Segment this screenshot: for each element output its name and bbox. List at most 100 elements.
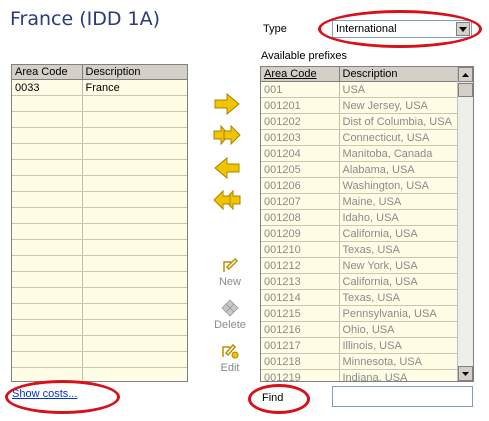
- area-code-cell: 001215: [261, 305, 340, 322]
- empty-table-row[interactable]: [12, 127, 187, 144]
- table-row[interactable]: 001213 California, USA: [261, 273, 458, 290]
- area-code-cell: 001210: [261, 241, 340, 258]
- empty-cell: [12, 143, 83, 160]
- area-code-cell: 001218: [261, 353, 340, 370]
- add-selected-arrow-icon[interactable]: [212, 92, 242, 120]
- table-row[interactable]: 001219 Indiana, USA: [261, 369, 458, 381]
- remove-selected-arrow-icon[interactable]: [212, 156, 242, 184]
- edit-label: Edit: [220, 362, 240, 374]
- empty-table-row[interactable]: [12, 175, 187, 192]
- highlight-oval-find: [248, 384, 310, 414]
- table-row[interactable]: 001201 New Jersey, USA: [261, 97, 458, 114]
- empty-table-row[interactable]: [12, 143, 187, 160]
- empty-cell: [82, 223, 187, 240]
- remove-all-double-arrow-icon[interactable]: [212, 188, 242, 216]
- empty-cell: [12, 303, 83, 320]
- empty-table-row[interactable]: [12, 303, 187, 320]
- empty-cell: [82, 143, 187, 160]
- description-cell: Ohio, USA: [339, 321, 458, 338]
- empty-table-row[interactable]: [12, 271, 187, 288]
- column-header-area-code[interactable]: Area Code: [261, 67, 340, 82]
- table-row[interactable]: 001214 Texas, USA: [261, 289, 458, 306]
- table-row[interactable]: 001210 Texas, USA: [261, 241, 458, 258]
- area-code-cell: 001214: [261, 289, 340, 306]
- edit-button[interactable]: Edit: [212, 342, 248, 374]
- edit-icon: [222, 343, 239, 359]
- empty-table-row[interactable]: [12, 255, 187, 272]
- empty-table-row[interactable]: [12, 111, 187, 128]
- scroll-up-icon[interactable]: [458, 67, 473, 82]
- empty-table-row[interactable]: [12, 207, 187, 224]
- empty-table-row[interactable]: [12, 239, 187, 256]
- new-icon: [223, 257, 239, 272]
- area-code-cell: 0033: [12, 79, 83, 96]
- area-code-cell: 001204: [261, 145, 340, 162]
- empty-cell: [12, 95, 83, 112]
- empty-cell: [82, 159, 187, 176]
- empty-cell: [12, 271, 83, 288]
- table-row[interactable]: 001202 Dist of Columbia, USA: [261, 113, 458, 130]
- empty-cell: [82, 191, 187, 208]
- table-row[interactable]: 001216 Ohio, USA: [261, 321, 458, 338]
- empty-cell: [82, 207, 187, 224]
- delete-icon: [221, 299, 239, 317]
- vertical-scrollbar[interactable]: [457, 67, 473, 381]
- new-button[interactable]: New: [212, 256, 248, 288]
- selected-prefixes-table[interactable]: Area Code Description 0033 France: [11, 64, 188, 382]
- table-row[interactable]: 001218 Minnesota, USA: [261, 353, 458, 370]
- empty-cell: [82, 367, 187, 381]
- empty-table-row[interactable]: [12, 159, 187, 176]
- empty-table-row[interactable]: [12, 223, 187, 240]
- table-row[interactable]: 0033 France: [12, 79, 187, 96]
- table-row[interactable]: 001206 Washington, USA: [261, 177, 458, 194]
- table-row[interactable]: 001207 Maine, USA: [261, 193, 458, 210]
- area-code-cell: 001206: [261, 177, 340, 194]
- description-cell: California, USA: [339, 273, 458, 290]
- empty-table-row[interactable]: [12, 335, 187, 352]
- description-cell: Manitoba, Canada: [339, 145, 458, 162]
- empty-table-row[interactable]: [12, 95, 187, 112]
- area-code-cell: 001212: [261, 257, 340, 274]
- column-header-area-code[interactable]: Area Code: [12, 65, 83, 80]
- scrollbar-thumb[interactable]: [458, 83, 473, 97]
- empty-cell: [82, 319, 187, 336]
- table-row[interactable]: 001 USA: [261, 81, 458, 98]
- empty-cell: [82, 335, 187, 352]
- add-all-double-arrow-icon[interactable]: [212, 123, 242, 151]
- highlight-oval-show-costs: [5, 380, 120, 414]
- empty-table-row[interactable]: [12, 351, 187, 368]
- table-row[interactable]: 001208 Idaho, USA: [261, 209, 458, 226]
- description-cell: California, USA: [339, 225, 458, 242]
- empty-cell: [82, 127, 187, 144]
- table-row[interactable]: 001212 New York, USA: [261, 257, 458, 274]
- scroll-down-icon[interactable]: [458, 366, 473, 381]
- table-row[interactable]: 001209 California, USA: [261, 225, 458, 242]
- description-cell: USA: [339, 81, 458, 98]
- empty-table-row[interactable]: [12, 191, 187, 208]
- table-row[interactable]: 001205 Alabama, USA: [261, 161, 458, 178]
- table-row[interactable]: 001217 Illinois, USA: [261, 337, 458, 354]
- table-row[interactable]: 001204 Manitoba, Canada: [261, 145, 458, 162]
- description-cell: Minnesota, USA: [339, 353, 458, 370]
- empty-table-row[interactable]: [12, 367, 187, 381]
- area-code-cell: 001203: [261, 129, 340, 146]
- find-input[interactable]: [332, 386, 473, 407]
- column-header-description[interactable]: Description: [82, 65, 187, 80]
- empty-table-row[interactable]: [12, 319, 187, 336]
- column-header-description[interactable]: Description: [339, 67, 458, 82]
- area-code-cell: 001217: [261, 337, 340, 354]
- delete-button[interactable]: Delete: [212, 299, 248, 331]
- area-code-cell: 001209: [261, 225, 340, 242]
- empty-cell: [12, 111, 83, 128]
- empty-cell: [12, 255, 83, 272]
- description-cell: Connecticut, USA: [339, 129, 458, 146]
- new-label: New: [218, 276, 241, 288]
- empty-table-row[interactable]: [12, 287, 187, 304]
- description-cell: Alabama, USA: [339, 161, 458, 178]
- description-cell: France: [82, 79, 187, 96]
- description-cell: New Jersey, USA: [339, 97, 458, 114]
- table-row[interactable]: 001215 Pennsylvania, USA: [261, 305, 458, 322]
- available-prefixes-table[interactable]: Area Code Description 001 USA 001201 New Je…: [260, 66, 474, 382]
- table-row[interactable]: 001203 Connecticut, USA: [261, 129, 458, 146]
- area-code-cell: 001201: [261, 97, 340, 114]
